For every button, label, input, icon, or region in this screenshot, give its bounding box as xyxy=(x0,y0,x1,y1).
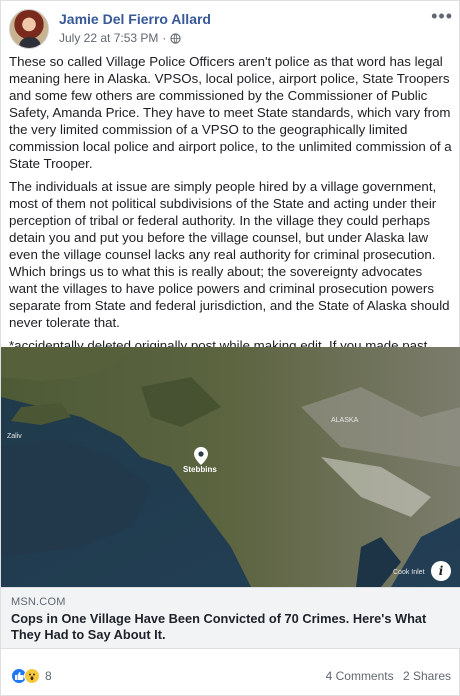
reaction-count: 8 xyxy=(45,669,52,683)
link-preview-image[interactable]: Zaliv ALASKA Cook Inlet Stebbins i xyxy=(1,347,460,587)
link-headline[interactable]: Cops in One Village Have Been Convicted … xyxy=(11,611,451,643)
more-options-icon[interactable]: ••• xyxy=(431,7,453,25)
link-preview[interactable]: MSN.COM Cops in One Village Have Been Co… xyxy=(1,587,460,649)
engagement-counts: 4 Comments 2 Shares xyxy=(320,669,451,683)
timestamp[interactable]: July 22 at 7:53 PM xyxy=(59,31,158,45)
map-label-alaska: ALASKA xyxy=(331,417,359,424)
wow-reaction-icon xyxy=(24,668,40,684)
link-source: MSN.COM xyxy=(11,596,66,608)
map-pin-label: Stebbins xyxy=(183,465,217,474)
location-pin-icon xyxy=(194,447,208,465)
satellite-map xyxy=(1,347,460,587)
map-label-zaliv: Zaliv xyxy=(7,433,22,440)
reactions-summary[interactable]: 8 xyxy=(11,668,52,684)
post-meta: July 22 at 7:53 PM · xyxy=(59,31,182,45)
comments-count[interactable]: 4 Comments xyxy=(326,669,394,683)
avatar[interactable] xyxy=(9,9,49,49)
globe-icon xyxy=(170,32,182,44)
facebook-post: Jamie Del Fierro Allard July 22 at 7:53 … xyxy=(0,0,460,696)
author-name[interactable]: Jamie Del Fierro Allard xyxy=(59,11,211,27)
engagement-bar: 8 4 Comments 2 Shares xyxy=(1,661,460,691)
shares-count[interactable]: 2 Shares xyxy=(403,669,451,683)
info-icon[interactable]: i xyxy=(431,561,451,581)
post-paragraph-1: These so called Village Police Officers … xyxy=(9,54,452,171)
post-paragraph-2: The individuals at issue are simply peop… xyxy=(9,179,450,330)
map-label-cook-inlet: Cook Inlet xyxy=(393,569,425,576)
post-header: Jamie Del Fierro Allard July 22 at 7:53 … xyxy=(9,7,453,49)
meta-separator: · xyxy=(162,31,167,45)
post-body: These so called Village Police Officers … xyxy=(9,53,453,377)
